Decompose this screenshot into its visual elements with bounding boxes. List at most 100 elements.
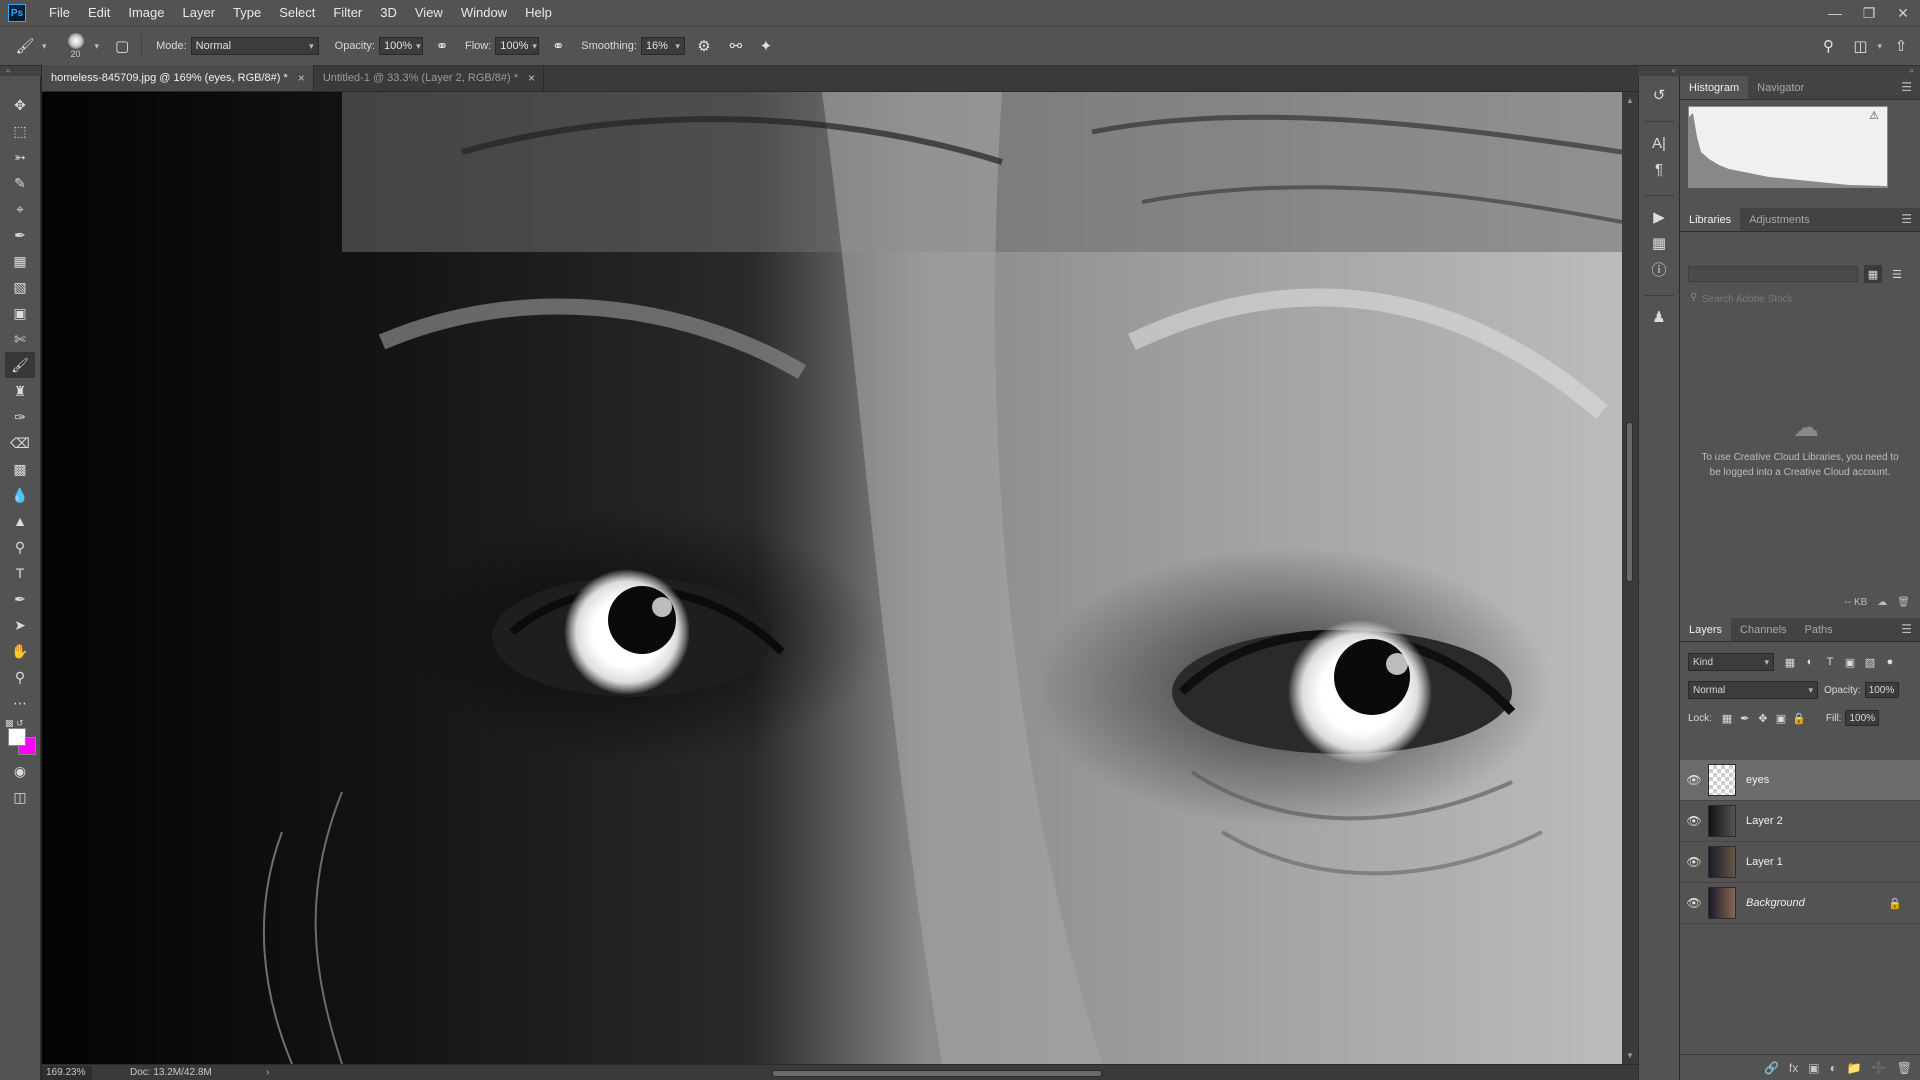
mode-dropdown[interactable]: Normal ▾ (190, 37, 319, 55)
menu-3d[interactable]: 3D (371, 0, 406, 26)
brush-settings-icon[interactable]: ▢ (109, 33, 135, 59)
layer-row-layer-1[interactable]: 👁 Layer 1 (1680, 842, 1920, 883)
trash-icon[interactable]: 🗑 (1897, 597, 1910, 608)
restore-icon[interactable]: ❐ (1852, 0, 1886, 26)
crop-tool-icon[interactable]: ⌖ (5, 196, 35, 222)
share-icon[interactable]: ⇧ (1888, 33, 1914, 59)
brush-preset-picker[interactable]: 20 (61, 29, 91, 63)
menu-type[interactable]: Type (224, 0, 270, 26)
chevron-right-icon[interactable]: › (266, 1067, 269, 1078)
minimize-icon[interactable]: — (1818, 0, 1852, 26)
filter-smart-object-icon[interactable]: ▧ (1860, 656, 1880, 669)
close-icon[interactable]: ✕ (1886, 0, 1920, 26)
pen-tool-icon[interactable]: ✒ (5, 586, 35, 612)
blur-tool-icon[interactable]: 💧 (5, 482, 35, 508)
tab-channels[interactable]: Channels (1731, 618, 1795, 641)
scroll-up-icon[interactable]: ▲ (1626, 96, 1634, 105)
filter-adjustment-icon[interactable]: ◐ (1800, 656, 1820, 668)
path-selection-tool-icon[interactable]: ➤ (5, 612, 35, 638)
actions-play-icon[interactable]: ▶ (1644, 204, 1674, 230)
visibility-eye-icon[interactable]: 👁 (1680, 814, 1708, 828)
link-layers-icon[interactable]: 🔗 (1764, 1061, 1779, 1075)
healing-brush-tool-icon[interactable]: ▦ (5, 248, 35, 274)
flow-input[interactable]: 100% ▾ (495, 37, 540, 55)
patch-tool-icon[interactable]: ▧ (5, 274, 35, 300)
close-icon[interactable]: × (528, 71, 535, 85)
screen-mode-icon[interactable]: ◫ (5, 784, 35, 810)
add-mask-icon[interactable]: ▣ (1808, 1061, 1819, 1075)
photo-canvas[interactable] (42, 92, 1622, 1064)
filter-shape-icon[interactable]: ▣ (1840, 656, 1860, 669)
tab-untitled-1[interactable]: Untitled-1 @ 33.3% (Layer 2, RGB/8#) * × (314, 65, 545, 91)
properties-icon[interactable]: ▦ (1644, 230, 1674, 256)
tab-navigator[interactable]: Navigator (1748, 76, 1813, 99)
tab-adjustments[interactable]: Adjustments (1740, 208, 1819, 231)
layer-opacity-input[interactable]: 100% (1864, 682, 1899, 698)
scroll-thumb[interactable] (1626, 422, 1633, 582)
foreground-color-swatch[interactable] (8, 728, 26, 746)
scroll-down-icon[interactable]: ▼ (1626, 1051, 1634, 1060)
menu-select[interactable]: Select (270, 0, 324, 26)
document-canvas[interactable] (42, 92, 1622, 1064)
menu-window[interactable]: Window (452, 0, 516, 26)
smoothing-input[interactable]: 16% ▾ (640, 37, 685, 55)
workspace-icon[interactable]: ◫ (1847, 33, 1873, 59)
clone-stamp-tool-icon[interactable]: ♜ (5, 378, 35, 404)
horizontal-scrollbar[interactable] (332, 1068, 1602, 1078)
close-icon[interactable]: × (298, 71, 305, 85)
lasso-tool-icon[interactable]: ➳ (5, 144, 35, 170)
brush-tool-icon[interactable]: 🖌 (5, 352, 35, 378)
pressure-opacity-icon[interactable]: ⚭ (429, 33, 455, 59)
list-view-icon[interactable]: ☰ (1888, 265, 1906, 283)
menu-layer[interactable]: Layer (174, 0, 225, 26)
learn-icon[interactable]: ♟ (1644, 304, 1674, 330)
scissors-icon[interactable]: ✄ (5, 326, 35, 352)
history-icon[interactable]: ↺ (1644, 82, 1674, 108)
menu-view[interactable]: View (406, 0, 452, 26)
gear-icon[interactable]: ⚙ (691, 33, 717, 59)
lock-position-icon[interactable]: ✥ (1754, 712, 1772, 725)
visibility-eye-icon[interactable]: 👁 (1680, 773, 1708, 787)
lock-all-icon[interactable]: 🔒 (1790, 712, 1808, 725)
tab-paths[interactable]: Paths (1796, 618, 1842, 641)
marquee-tool-icon[interactable]: ⬚ (5, 118, 35, 144)
sync-icon[interactable]: ☁ (1877, 597, 1887, 608)
visibility-eye-icon[interactable]: 👁 (1680, 896, 1708, 910)
lock-icon[interactable]: 🔒 (1888, 897, 1902, 910)
menu-image[interactable]: Image (119, 0, 173, 26)
kind-filter-dropdown[interactable]: Kind ▾ (1688, 653, 1774, 671)
layer-style-icon[interactable]: fx (1789, 1061, 1798, 1075)
pressure-size-icon[interactable]: ⚯ (723, 33, 749, 59)
type-tool-icon[interactable]: T (5, 560, 35, 586)
quick-selection-tool-icon[interactable]: ✎ (5, 170, 35, 196)
opacity-input[interactable]: 100% ▾ (379, 37, 423, 55)
scroll-thumb[interactable] (772, 1070, 1102, 1077)
symmetry-icon[interactable]: ✦ (753, 33, 779, 59)
vertical-scrollbar[interactable]: ▲ ▼ (1622, 92, 1638, 1064)
quick-mask-icon[interactable]: ◉ (5, 758, 35, 784)
delete-layer-icon[interactable]: 🗑 (1897, 1061, 1912, 1075)
lock-image-icon[interactable]: ✒ (1736, 712, 1754, 725)
brush-tool-preset-icon[interactable]: 🖌 (12, 33, 38, 59)
lock-transparent-icon[interactable]: ▦ (1718, 712, 1736, 725)
info-icon[interactable]: ⓘ (1644, 256, 1674, 282)
grid-view-icon[interactable]: ▦ (1864, 265, 1882, 283)
blend-mode-dropdown[interactable]: Normal ▾ (1688, 681, 1818, 699)
stock-search-input[interactable]: Search Adobe Stock (1686, 290, 1914, 308)
zoom-level-field[interactable]: 169.23% (42, 1065, 92, 1080)
more-tools-icon[interactable]: ⋯ (5, 690, 35, 716)
new-group-icon[interactable]: 📁 (1847, 1061, 1862, 1075)
menu-edit[interactable]: Edit (79, 0, 119, 26)
eyedropper-tool-icon[interactable]: ✒ (5, 222, 35, 248)
gradient-tool-icon[interactable]: ▩ (5, 456, 35, 482)
panel-menu-icon[interactable]: ☰ (1901, 212, 1912, 226)
filter-toggle-icon[interactable]: ● (1880, 656, 1900, 668)
paragraph-icon[interactable]: ¶ (1644, 156, 1674, 182)
hand-tool-icon[interactable]: ✋ (5, 638, 35, 664)
layer-row-background[interactable]: 👁 Background 🔒 (1680, 883, 1920, 924)
warning-icon[interactable]: ⚠ (1869, 109, 1879, 122)
panel-menu-icon[interactable]: ☰ (1901, 80, 1912, 94)
toolbar-collapse-icon[interactable]: » (0, 66, 41, 76)
move-tool-icon[interactable]: ✥ (5, 92, 35, 118)
adjustment-layer-icon[interactable]: ◐ (1830, 1061, 1837, 1075)
